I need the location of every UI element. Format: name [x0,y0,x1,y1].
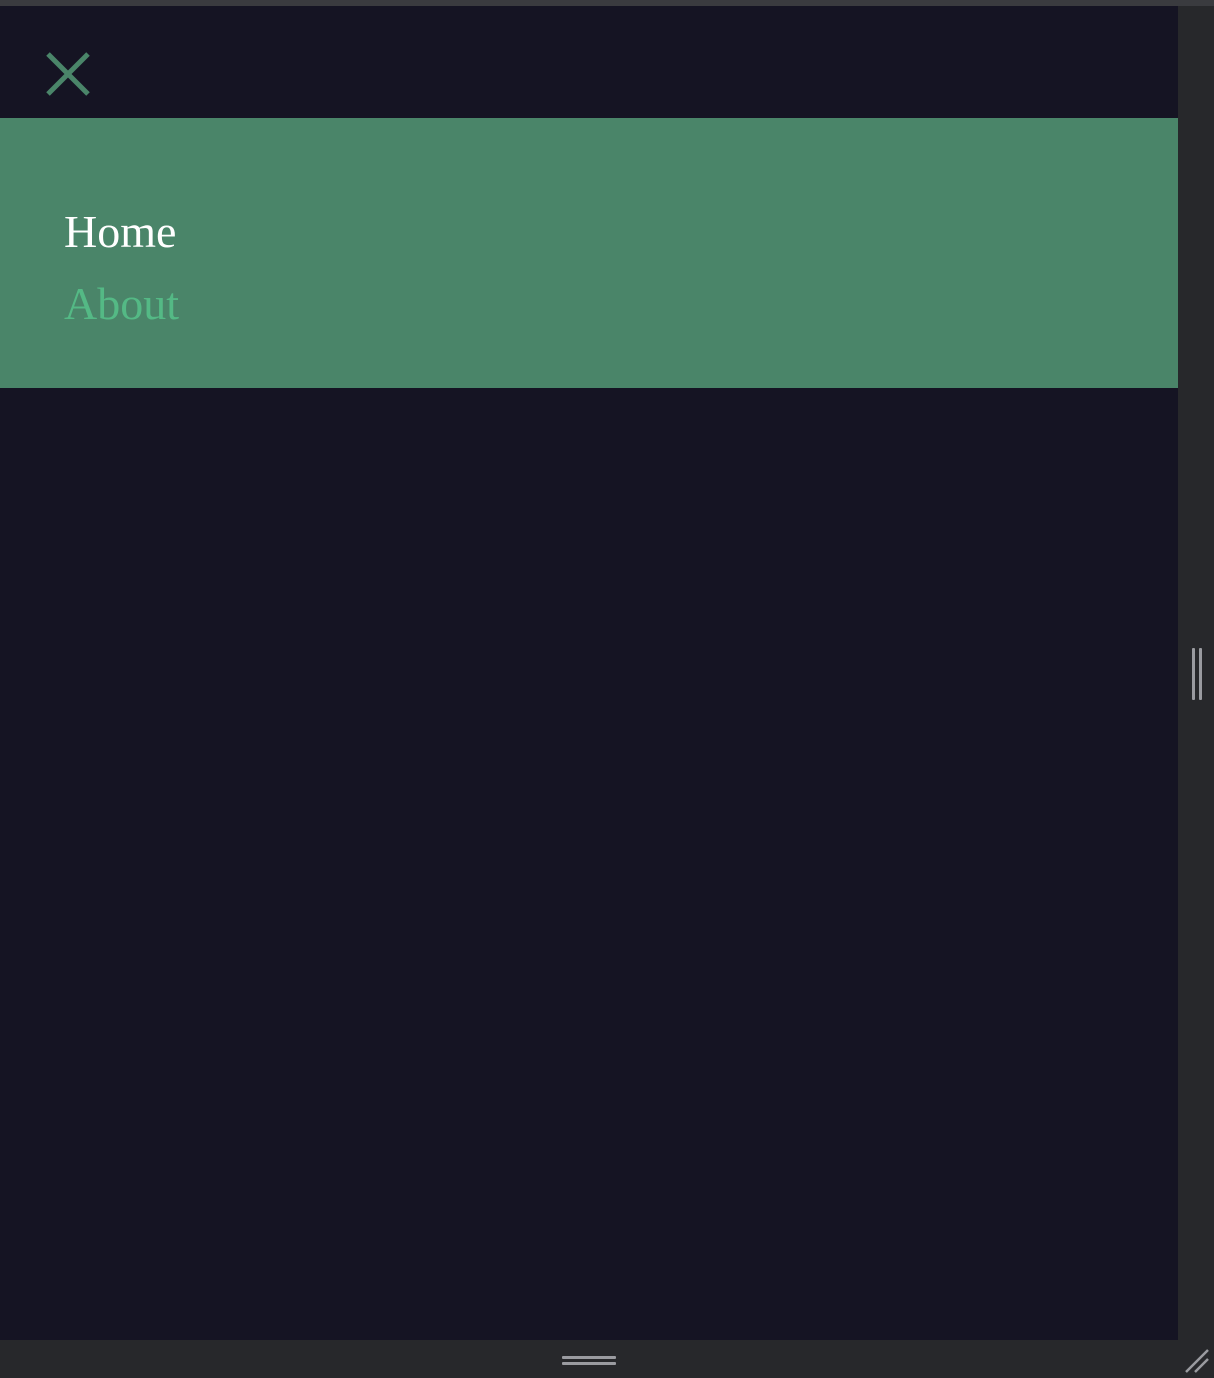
close-menu-button[interactable] [42,48,94,100]
nav-item-about: About [64,268,179,340]
vertical-resize-handle[interactable] [1190,648,1204,700]
page-viewport: Home About [0,6,1178,1340]
horizontal-resize-handle[interactable] [562,1354,616,1368]
nav-link-home[interactable]: Home [64,196,179,268]
nav-menu-panel: Home About [0,118,1178,388]
nav-item-home: Home [64,196,179,268]
corner-resize-handle[interactable] [1184,1348,1210,1374]
nav-link-about[interactable]: About [64,268,179,340]
resize-grip-icon [1185,1349,1209,1373]
mobile-header [0,6,1178,118]
nav-list: Home About [64,196,179,340]
close-icon [46,52,90,96]
